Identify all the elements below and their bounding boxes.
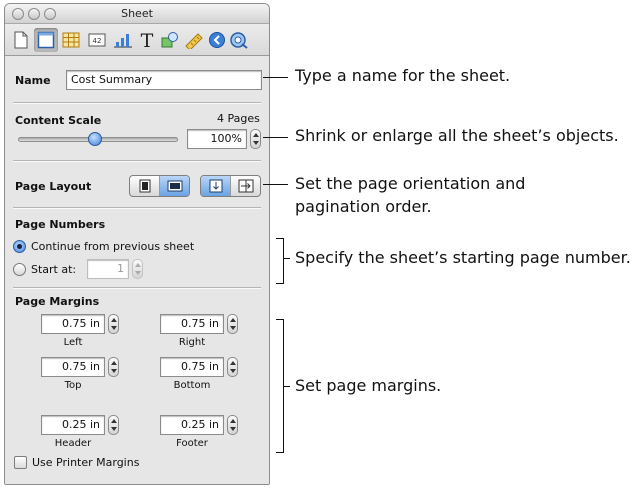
svg-text:T: T	[141, 30, 154, 50]
scale-callout-line	[263, 137, 288, 138]
table-inspector-icon[interactable]	[59, 28, 83, 52]
sheet-name-field[interactable]: Cost Summary	[66, 70, 262, 90]
margins-callout: Set page margins.	[295, 376, 442, 395]
page-margins-label: Page Margins	[15, 295, 100, 308]
svg-text:42: 42	[93, 37, 102, 45]
hyperlink-inspector-icon[interactable]	[205, 28, 229, 52]
right-margin-field[interactable]: 0.75 in	[160, 314, 224, 334]
page-layout-label: Page Layout	[15, 180, 92, 193]
inspector-panel: Name Cost Summary Content Scale 4 Pages …	[5, 57, 269, 484]
inspector-toolbar: 42 T	[5, 24, 269, 56]
top-margin-stepper[interactable]	[108, 357, 119, 377]
start-at-radio[interactable]	[13, 263, 26, 276]
name-label: Name	[15, 74, 51, 87]
start-at-label[interactable]: Start at:	[31, 263, 76, 276]
page-numbers-bracket	[276, 238, 284, 284]
bottom-margin-label: Bottom	[173, 380, 211, 391]
down-then-over-icon	[209, 179, 222, 193]
layout-callout-line2: pagination order.	[295, 197, 432, 216]
bottom-margin-stepper[interactable]	[227, 357, 238, 377]
footer-margin-stepper[interactable]	[227, 415, 238, 435]
left-to-right-order-button[interactable]	[230, 176, 260, 196]
layout-callout-line1: Set the page orientation and	[295, 174, 526, 193]
top-margin-field[interactable]: 0.75 in	[41, 357, 105, 377]
scale-callout: Shrink or enlarge all the sheet’s object…	[295, 126, 619, 145]
content-scale-slider-thumb[interactable]	[87, 132, 102, 146]
portrait-orientation-button[interactable]	[130, 176, 159, 196]
footer-margin-label: Footer	[176, 438, 208, 449]
left-margin-label: Left	[63, 337, 83, 348]
sheet-inspector-window: Sheet 42 T Name Cost Summary Content Sca…	[4, 3, 270, 485]
portrait-icon	[139, 179, 150, 193]
header-margin-field[interactable]: 0.25 in	[41, 415, 105, 435]
page-numbers-label: Page Numbers	[15, 218, 106, 231]
use-printer-margins-label[interactable]: Use Printer Margins	[32, 456, 139, 469]
chart-inspector-icon[interactable]	[111, 28, 135, 52]
quicktime-inspector-icon[interactable]	[227, 28, 251, 52]
content-scale-stepper[interactable]	[250, 129, 261, 149]
content-scale-label: Content Scale	[15, 114, 102, 127]
graphic-inspector-icon[interactable]	[158, 28, 182, 52]
bottom-margin-field[interactable]: 0.75 in	[160, 357, 224, 377]
document-inspector-icon[interactable]	[9, 28, 33, 52]
left-margin-stepper[interactable]	[108, 314, 119, 334]
right-margin-label: Right	[178, 337, 206, 348]
orientation-segmented-control	[129, 175, 190, 197]
title-bar[interactable]: Sheet	[5, 4, 269, 24]
top-margin-label: Top	[64, 380, 82, 391]
start-page-field[interactable]: 1	[87, 259, 129, 279]
over-then-down-icon	[238, 179, 253, 193]
name-callout-line	[263, 77, 288, 78]
page-margins-bracket	[276, 319, 284, 453]
right-margin-stepper[interactable]	[227, 314, 238, 334]
page-count-label: 4 Pages	[217, 112, 260, 125]
divider	[13, 160, 261, 162]
sheet-inspector-icon[interactable]	[34, 28, 58, 52]
pagination-order-segmented-control	[200, 175, 261, 197]
top-to-bottom-order-button[interactable]	[201, 176, 230, 196]
divider	[13, 102, 261, 104]
cell-format-inspector-icon[interactable]: 42	[85, 28, 109, 52]
landscape-orientation-button[interactable]	[159, 176, 189, 196]
content-scale-field[interactable]: 100%	[187, 129, 247, 149]
margins-callout-line	[284, 386, 290, 387]
left-margin-field[interactable]: 0.75 in	[41, 314, 105, 334]
footer-margin-field[interactable]: 0.25 in	[160, 415, 224, 435]
name-callout: Type a name for the sheet.	[295, 66, 511, 85]
divider	[13, 287, 261, 289]
start-page-stepper[interactable]	[132, 259, 143, 279]
header-margin-stepper[interactable]	[108, 415, 119, 435]
divider	[13, 207, 261, 209]
use-printer-margins-checkbox[interactable]	[14, 456, 27, 469]
text-inspector-icon[interactable]: T	[135, 28, 159, 52]
layout-callout-line	[263, 184, 288, 185]
continue-numbering-radio[interactable]	[13, 240, 26, 253]
continue-numbering-label[interactable]: Continue from previous sheet	[31, 240, 194, 253]
landscape-icon	[167, 180, 182, 192]
numbers-callout-line	[284, 258, 290, 259]
window-title: Sheet	[121, 7, 153, 20]
metrics-inspector-icon[interactable]	[182, 28, 206, 52]
header-margin-label: Header	[54, 438, 92, 449]
numbers-callout: Specify the sheet’s starting page number…	[295, 248, 631, 267]
